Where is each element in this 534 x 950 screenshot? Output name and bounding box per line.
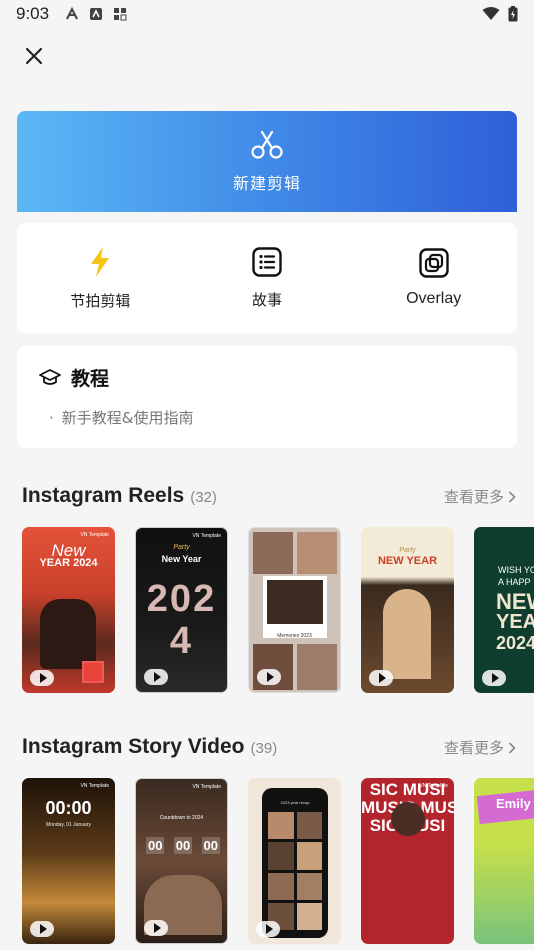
gift-icon [82, 661, 104, 683]
bullet: · [49, 409, 54, 427]
card-text: WISH YO [498, 565, 534, 575]
reels-template-row: VN Template New YEAR 2024 VN Template Pa… [22, 527, 534, 693]
battery-icon [508, 6, 518, 22]
tutorial-guide-link[interactable]: · 新手教程&使用指南 [49, 407, 495, 428]
card-text: 2024 [146, 578, 217, 662]
overlay-button[interactable]: Overlay [350, 223, 517, 333]
beat-edit-label: 节拍剪辑 [70, 291, 131, 310]
template-card[interactable]: WISH YO A HAPP NEW YEAR 2024 [474, 527, 534, 693]
card-text: YEAR [496, 611, 534, 633]
template-card[interactable]: VN Template Countdown to 2024 00 00 00 [135, 778, 228, 944]
template-card[interactable]: VN Template 00:00 Monday, 01 January [22, 778, 115, 944]
card-tag: VN Template [80, 532, 109, 538]
card-tag: VN Template [80, 783, 109, 789]
template-card[interactable]: Emily [474, 778, 534, 944]
template-card[interactable]: VN Template Party New Year 2024 [135, 527, 228, 693]
play-icon [257, 669, 281, 685]
app-grid-icon [114, 8, 127, 21]
chevron-right-icon [508, 741, 516, 754]
card-tag: VN Template [192, 533, 221, 539]
status-bar: 9:03 [0, 0, 534, 28]
card-text: New Year [161, 554, 202, 564]
tutorial-title: 教程 [71, 368, 110, 390]
card-text: Party [399, 547, 416, 554]
story-label: 故事 [252, 290, 283, 309]
graduation-cap-icon [39, 368, 61, 385]
template-card[interactable]: Memories 2023 [248, 527, 341, 693]
template-card[interactable]: Party NEW YEAR [361, 527, 454, 693]
section-header-story: Instagram Story Video (39) 查看更多 [22, 735, 516, 759]
close-button[interactable] [20, 42, 48, 70]
card-text: 00 [173, 837, 193, 854]
story-button[interactable]: 故事 [184, 223, 351, 333]
card-text: 00 [201, 837, 220, 854]
section-count: (32) [190, 489, 217, 506]
card-text: Monday, 01 January [46, 822, 91, 828]
card-text: SIC MUSI [369, 780, 446, 799]
status-right [482, 6, 518, 22]
section-title: Instagram Story Video [22, 735, 245, 758]
card-text: NEW YEAR [377, 555, 438, 567]
phone-mockup: 2023 year recap [262, 788, 328, 938]
see-more-label: 查看更多 [443, 488, 504, 506]
card-text: Memories 2023 [277, 633, 312, 639]
photo-grid [268, 812, 322, 930]
see-more-button[interactable]: 查看更多 [444, 737, 516, 758]
overlay-icon [418, 248, 449, 278]
list-icon [252, 246, 282, 277]
app-a-icon [66, 7, 78, 20]
template-card[interactable]: VN Template SIC MUSI MUSIC MUS SIC MUSI [361, 778, 454, 944]
new-edit-button[interactable]: 新建剪辑 [17, 111, 517, 212]
template-card[interactable]: VN Template New YEAR 2024 [22, 527, 115, 693]
overlay-label: Overlay [406, 290, 462, 307]
card-text: 2023 year recap [280, 800, 310, 805]
section-title: Instagram Reels [22, 484, 185, 507]
card-photo [297, 532, 337, 574]
tutorial-header: 教程 [39, 364, 495, 391]
card-text: Emily [496, 796, 531, 811]
status-time: 9:03 [16, 4, 50, 23]
section-count: (39) [250, 740, 278, 757]
scissors-icon [251, 130, 283, 159]
lightning-icon [91, 246, 110, 277]
new-edit-label: 新建剪辑 [232, 173, 301, 193]
card-text: Countdown to 2024 [159, 815, 204, 821]
card-photo [253, 532, 293, 574]
card-photo [383, 589, 431, 679]
play-icon [369, 670, 393, 686]
play-icon [144, 669, 168, 685]
template-card[interactable]: 2023 year recap [248, 778, 341, 944]
play-icon [30, 670, 54, 686]
see-more-label: 查看更多 [443, 739, 504, 757]
play-icon [144, 920, 168, 936]
card-text: 2024 [496, 633, 534, 653]
card-text: YEAR 2024 [39, 557, 98, 569]
card-photo [297, 644, 337, 690]
card-photo [40, 599, 96, 669]
play-icon [256, 921, 280, 937]
card-photo [391, 802, 425, 836]
wifi-icon [482, 7, 500, 20]
section-header-reels: Instagram Reels (32) 查看更多 [22, 484, 516, 508]
beat-edit-button[interactable]: 节拍剪辑 [17, 223, 184, 333]
card-text: A HAPP [498, 577, 531, 587]
card-text: 00 [146, 837, 165, 854]
chevron-right-icon [508, 490, 516, 503]
card-photo-frame [263, 576, 327, 638]
section-title-group: Instagram Story Video (39) [22, 735, 277, 759]
app-box-icon [90, 8, 103, 20]
section-title-group: Instagram Reels (32) [22, 484, 217, 508]
story-template-row: VN Template 00:00 Monday, 01 January VN … [22, 778, 534, 944]
card-tag: VN Template [192, 784, 221, 790]
countdown-digits: 00 00 00 [146, 837, 220, 854]
card-text: Party [173, 544, 190, 551]
tutorial-guide-label: 新手教程&使用指南 [61, 409, 194, 427]
quick-actions: 节拍剪辑 故事 Overlay [17, 223, 517, 333]
card-text: 00:00 [45, 798, 92, 818]
see-more-button[interactable]: 查看更多 [444, 486, 516, 507]
tutorial-card: 教程 · 新手教程&使用指南 [17, 346, 517, 448]
play-icon [482, 670, 506, 686]
close-icon [25, 47, 43, 65]
play-icon [30, 921, 54, 937]
